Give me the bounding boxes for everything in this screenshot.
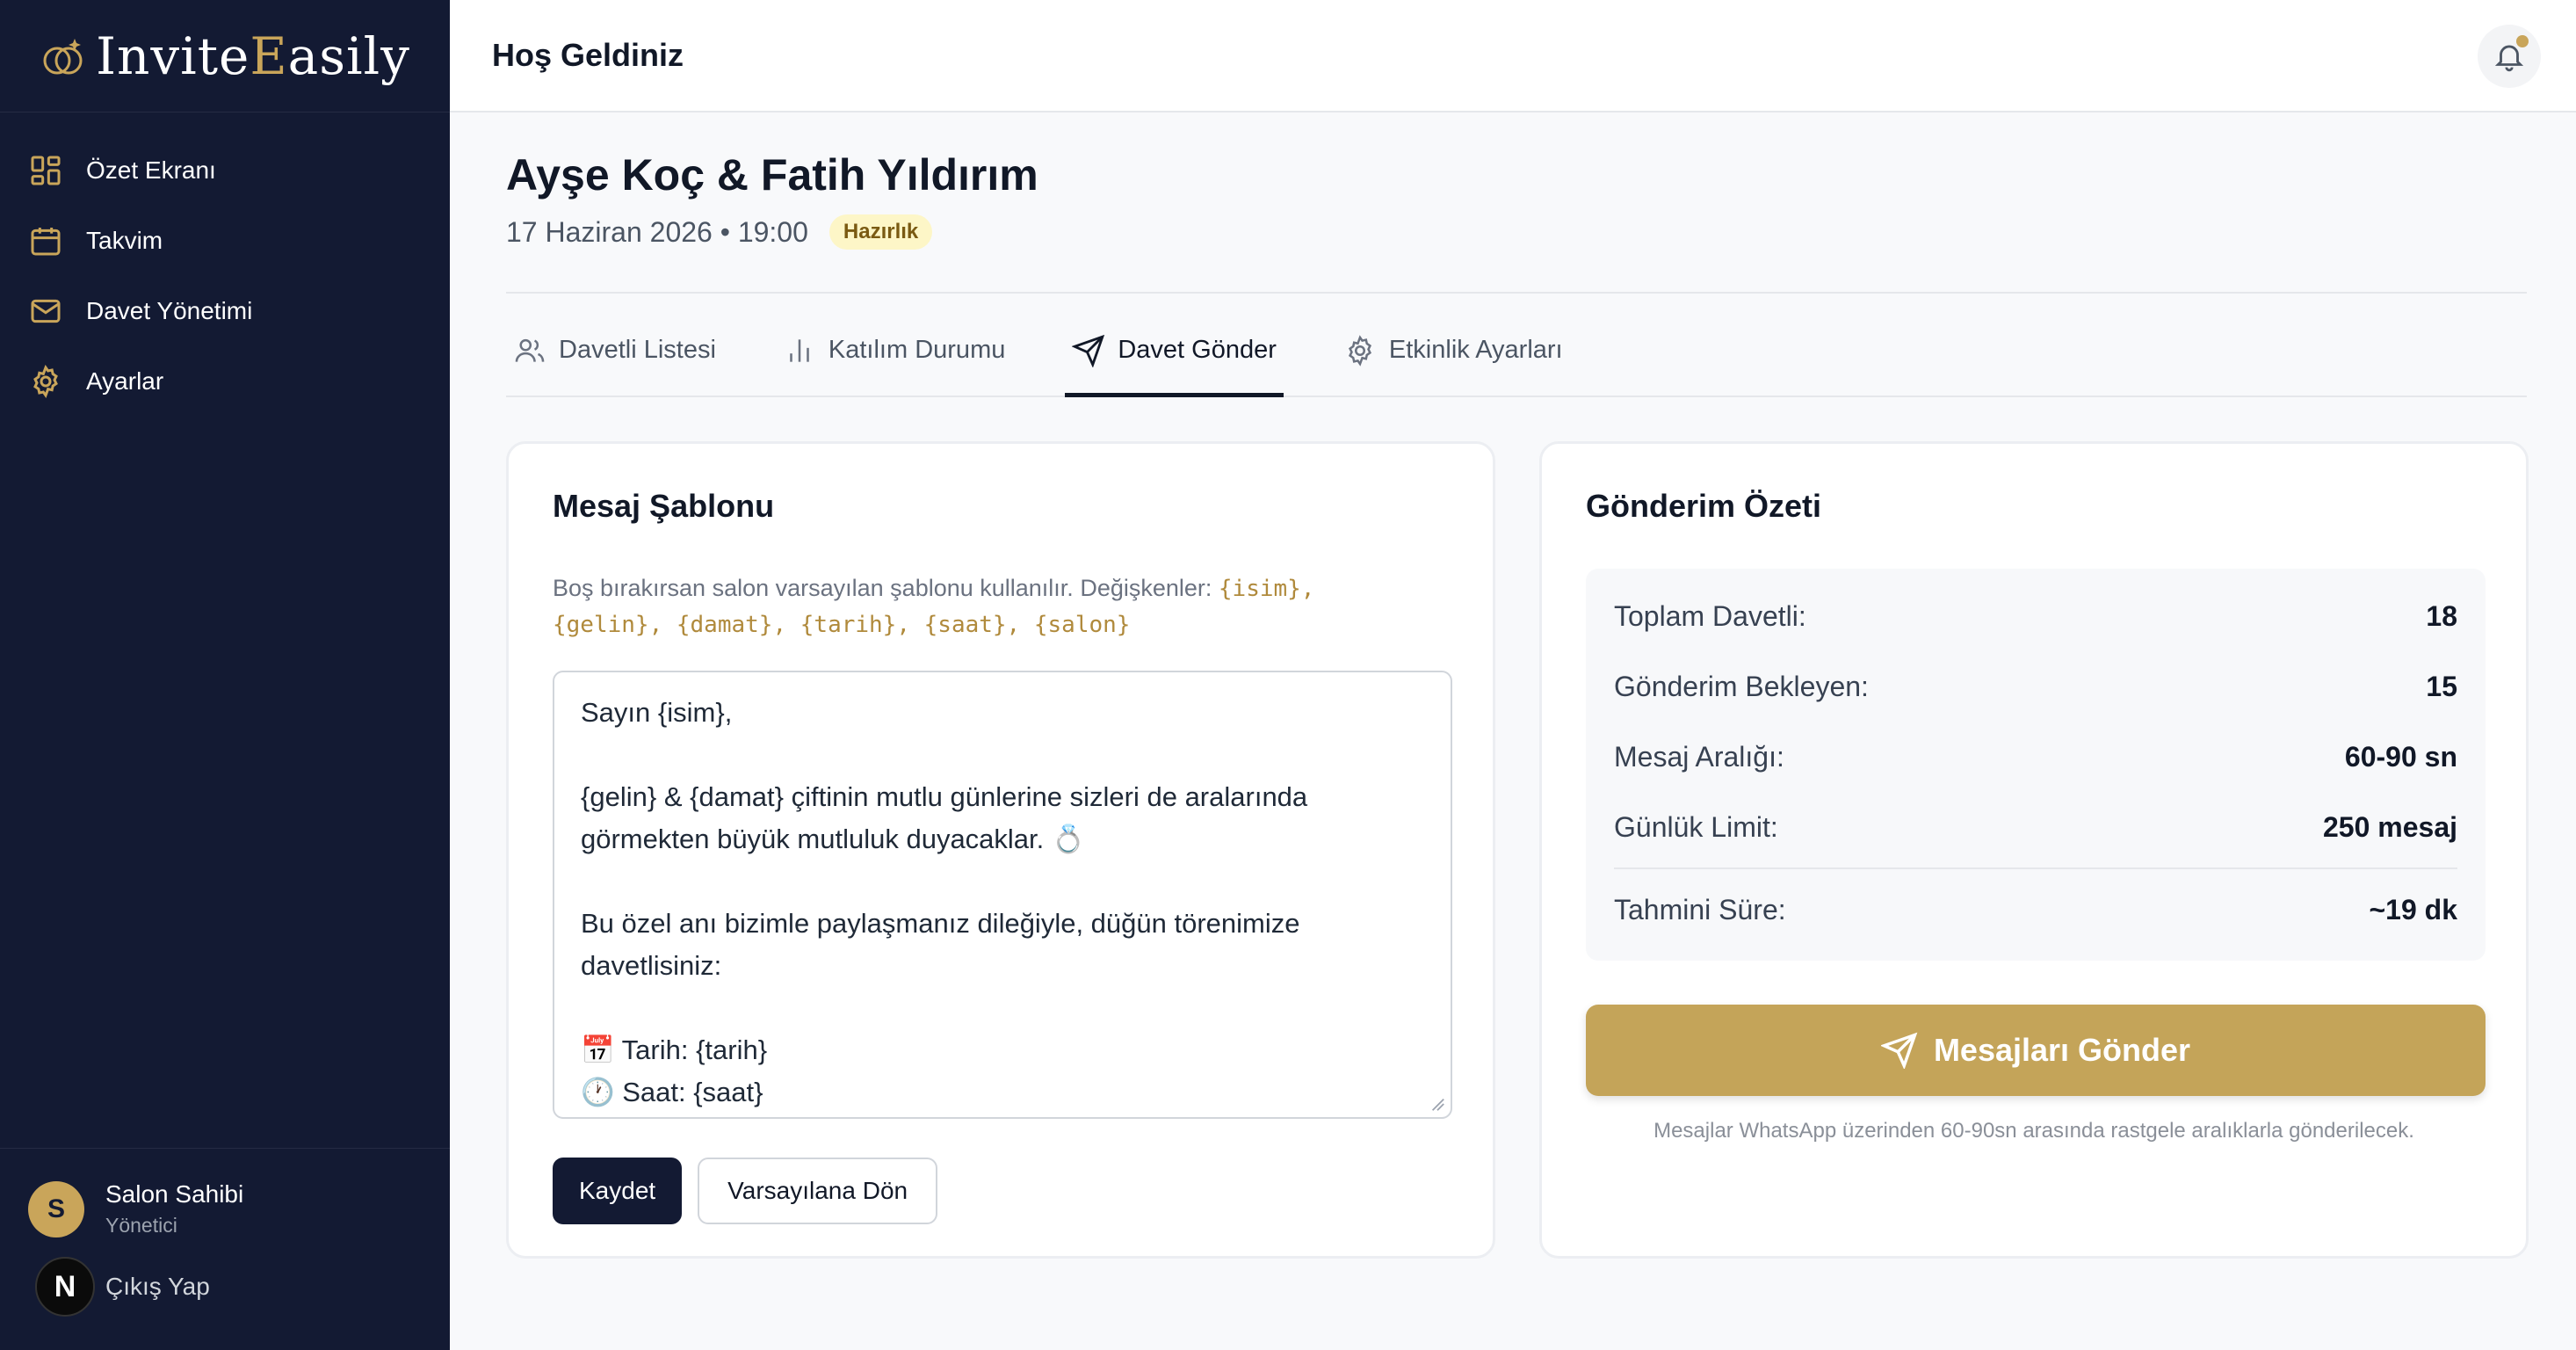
resize-handle-icon[interactable] xyxy=(1429,1096,1445,1112)
sidebar-item-overview[interactable]: Özet Ekranı xyxy=(0,135,450,206)
message-template-card: Mesaj Şablonu Boş bırakırsan salon varsa… xyxy=(506,441,1495,1259)
event-title: Ayşe Koç & Fatih Yıldırım xyxy=(506,150,1038,200)
sidebar-item-label: Takvim xyxy=(86,227,163,254)
sidebar-item-label: Özet Ekranı xyxy=(86,156,216,184)
logout-label: Çıkış Yap xyxy=(105,1273,210,1300)
divider xyxy=(1614,867,2457,869)
send-note: Mesajlar WhatsApp üzerinden 60-90sn aras… xyxy=(1653,1119,2414,1143)
send-messages-button[interactable]: Mesajları Gönder xyxy=(1586,1005,2486,1096)
notification-dot xyxy=(2516,35,2529,47)
page-title: Hoş Geldiniz xyxy=(492,37,684,73)
user-name: Salon Sahibi xyxy=(105,1180,244,1208)
rings-icon xyxy=(43,38,83,74)
event-date-time: 17 Haziran 2026 • 19:00 xyxy=(506,215,808,248)
sidebar-item-calendar[interactable]: Takvim xyxy=(0,206,450,276)
notifications-button[interactable] xyxy=(2478,25,2541,88)
sidebar-item-settings[interactable]: Ayarlar xyxy=(0,346,450,417)
save-button[interactable]: Kaydet xyxy=(553,1158,683,1224)
variables-line-1: {isim}, xyxy=(1218,576,1315,602)
send-icon xyxy=(1880,1032,1918,1069)
sidebar-footer: S Salon Sahibi Yönetici N Çıkış Yap xyxy=(0,1148,450,1350)
sidebar-item-invitations[interactable]: Davet Yönetimi xyxy=(0,276,450,346)
summary-row: Gönderim Bekleyen: 15 xyxy=(1614,670,2457,702)
grid-icon xyxy=(31,156,61,185)
sidebar-item-label: Ayarlar xyxy=(86,367,164,395)
mail-icon xyxy=(31,299,61,323)
users-icon xyxy=(515,338,545,362)
divider xyxy=(506,292,2527,294)
variables-line-2: {gelin}, {damat}, {tarih}, {saat}, {salo… xyxy=(553,612,1131,638)
avatar: S xyxy=(28,1180,84,1238)
summary-row: Mesaj Aralığı: 60-90 sn xyxy=(1614,740,2457,773)
summary-table: Toplam Davetli: 18 Gönderim Bekleyen: 15… xyxy=(1586,569,2486,961)
sidebar-nav: Özet Ekranı Takvim Davet Yönetimi Ayarla… xyxy=(0,112,450,417)
user-role: Yönetici xyxy=(105,1214,177,1237)
main-content: Ayşe Koç & Fatih Yıldırım 17 Haziran 202… xyxy=(506,112,2529,1259)
topbar: Hoş Geldiniz xyxy=(450,0,2576,112)
n-logo-icon: N xyxy=(35,1257,95,1317)
estimate-row: Tahmini Süre: ~19 dk xyxy=(1614,893,2457,925)
calendar-icon xyxy=(31,228,61,256)
user-profile[interactable]: S Salon Sahibi Yönetici xyxy=(0,1149,450,1238)
card-title: Mesaj Şablonu xyxy=(553,488,775,524)
summary-row: Toplam Davetli: 18 xyxy=(1614,599,2457,632)
sidebar: InviteEasily Özet Ekranı Takvim Davet Yö… xyxy=(0,0,450,1350)
gear-icon xyxy=(1348,335,1371,367)
send-icon xyxy=(1072,334,1105,367)
tab-send-invitation[interactable]: Davet Gönder xyxy=(1065,334,1284,397)
sidebar-item-label: Davet Yönetimi xyxy=(86,297,253,324)
send-label: Mesajları Gönder xyxy=(1933,1032,2191,1068)
template-actions: Kaydet Varsayılana Dön xyxy=(553,1158,1449,1224)
bar-chart-icon xyxy=(790,339,809,362)
tab-event-settings[interactable]: Etkinlik Ayarları xyxy=(1336,335,1570,397)
tab-label: Katılım Durumu xyxy=(828,336,1006,364)
tab-label: Etkinlik Ayarları xyxy=(1388,336,1563,364)
card-title: Gönderim Özeti xyxy=(1586,488,1822,524)
cards-row: Mesaj Şablonu Boş bırakırsan salon varsa… xyxy=(506,441,2529,1259)
logout-button[interactable]: N Çıkış Yap xyxy=(35,1257,210,1317)
brand-name: InviteEasily xyxy=(96,25,410,86)
template-hint: Boş bırakırsan salon varsayılan şablonu … xyxy=(553,575,1315,638)
status-badge: Hazırlık xyxy=(829,214,933,250)
gear-icon xyxy=(33,364,58,399)
tab-guest-list[interactable]: Davetli Listesi xyxy=(506,336,723,397)
summary-row: Günlük Limit: 250 mesaj xyxy=(1614,810,2457,843)
tab-bar: Davetli Listesi Katılım Durumu Davet Gön… xyxy=(506,334,2527,397)
event-meta: 17 Haziran 2026 • 19:00 Hazırlık xyxy=(506,214,2527,250)
tab-label: Davetli Listesi xyxy=(559,336,716,364)
tab-attendance[interactable]: Katılım Durumu xyxy=(776,336,1012,397)
send-summary-card: Gönderim Özeti Toplam Davetli: 18 Gönder… xyxy=(1539,441,2529,1259)
tab-label: Davet Gönder xyxy=(1118,336,1277,364)
reset-default-button[interactable]: Varsayılana Dön xyxy=(698,1158,938,1224)
template-textarea[interactable]: Sayın {isim}, {gelin} & {damat} çiftinin… xyxy=(553,671,1452,1119)
brand-logo[interactable]: InviteEasily xyxy=(0,0,450,112)
